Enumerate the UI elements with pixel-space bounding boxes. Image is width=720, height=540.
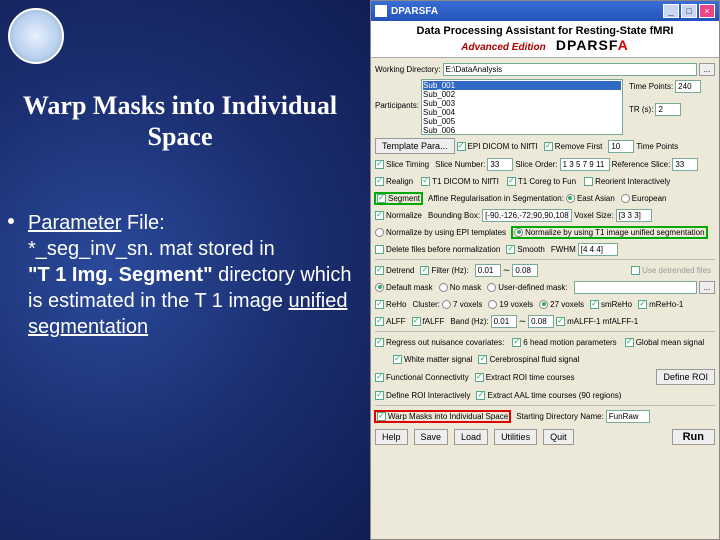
participants-listbox[interactable]: Sub_001 Sub_002 Sub_003 Sub_004 Sub_005 … [421,79,623,135]
slice-timing-checkbox[interactable] [375,160,384,169]
maximize-button[interactable]: □ [681,4,697,18]
window-titlebar[interactable]: DPARSFA _ □ × [371,1,719,21]
working-dir-input[interactable] [443,63,697,76]
list-item[interactable]: Sub_002 [423,90,621,99]
separator [375,259,715,260]
app-header-edition: Advanced Edition [461,42,545,53]
tilde-icon: ∼ [519,316,527,327]
reorient-checkbox[interactable] [584,177,593,186]
save-button[interactable]: Save [414,429,449,445]
warp-masks-checkbox[interactable] [377,412,386,421]
smreho-checkbox[interactable] [590,300,599,309]
tr-input[interactable] [655,103,681,116]
norm-t1-radio[interactable] [514,228,523,237]
t1-dicom-checkbox[interactable] [421,177,430,186]
bounding-box-input[interactable] [482,209,572,222]
t1-coreg-checkbox[interactable] [507,177,516,186]
csf-checkbox[interactable] [478,355,487,364]
extract-aal-checkbox[interactable] [476,391,485,400]
head-motion-checkbox[interactable] [512,338,521,347]
participants-label: Participants: [375,101,419,110]
dparsfa-window: DPARSFA _ □ × Data Processing Assistant … [370,0,720,540]
slide-bullet: Parameter File: *_seg_inv_sn. mat stored… [10,210,355,340]
vox27-radio[interactable] [539,300,548,309]
slice-number-input[interactable] [487,158,513,171]
working-dir-browse-button[interactable]: ... [699,63,715,76]
extract-roi-checkbox[interactable] [475,373,484,382]
mreho-checkbox[interactable] [638,300,647,309]
falff-checkbox[interactable] [412,317,421,326]
realign-checkbox[interactable] [375,177,384,186]
global-mean-checkbox[interactable] [625,338,634,347]
delete-files-checkbox[interactable] [375,245,384,254]
filter-lo-input[interactable] [475,264,501,277]
timepoints-input[interactable] [675,80,701,93]
app-header: Data Processing Assistant for Resting-St… [371,21,719,58]
define-roi-button[interactable]: Define ROI [656,369,715,385]
remove-first-input[interactable] [608,140,634,153]
slide-title: Warp Masks into Individual Space [0,90,360,152]
separator [375,331,715,332]
utilities-button[interactable]: Utilities [494,429,537,445]
define-roi-interactive-checkbox[interactable] [375,391,384,400]
bullet-dot [8,218,14,224]
malff-checkbox[interactable] [556,317,565,326]
filter-hi-input[interactable] [512,264,538,277]
institution-logo [8,8,64,64]
close-button[interactable]: × [699,4,715,18]
list-item[interactable]: Sub_005 [423,117,621,126]
list-item[interactable]: Sub_001 [423,81,621,90]
separator [375,405,715,406]
func-conn-checkbox[interactable] [375,373,384,382]
normalize-checkbox[interactable] [375,211,384,220]
template-params-button[interactable]: Template Para... [375,138,455,154]
app-body: Working Directory: ... Participants: Sub… [371,58,719,452]
band-hi-input[interactable] [528,315,554,328]
filter-checkbox[interactable] [420,266,429,275]
vox7-radio[interactable] [442,300,451,309]
reho-checkbox[interactable] [375,300,384,309]
norm-epi-radio[interactable] [375,228,384,237]
ref-slice-input[interactable] [672,158,698,171]
app-header-title: Data Processing Assistant for Resting-St… [375,25,715,37]
run-button[interactable]: Run [672,429,715,445]
smooth-checkbox[interactable] [506,245,515,254]
quit-button[interactable]: Quit [543,429,574,445]
voxel-size-input[interactable] [616,209,652,222]
east-asian-radio[interactable] [566,194,575,203]
list-item[interactable]: Sub_003 [423,99,621,108]
working-dir-label: Working Directory: [375,65,441,74]
app-header-logo: DPARSFA [556,37,629,53]
window-title: DPARSFA [391,6,661,17]
app-icon [375,5,387,17]
user-mask-input[interactable] [574,281,697,294]
user-mask-radio[interactable] [487,283,496,292]
segment-checkbox[interactable] [377,194,386,203]
no-mask-radio[interactable] [439,283,448,292]
tr-label: TR (s): [629,105,653,114]
starting-dir-input[interactable] [606,410,650,423]
load-button[interactable]: Load [454,429,488,445]
user-mask-browse-button[interactable]: ... [699,281,715,294]
list-item[interactable]: Sub_004 [423,108,621,117]
list-item[interactable]: Sub_006 [423,126,621,135]
regress-cov-checkbox[interactable] [375,338,384,347]
white-matter-checkbox[interactable] [393,355,402,364]
remove-first-checkbox[interactable] [544,142,553,151]
tilde-icon: ∼ [503,265,511,276]
epi-dicom-checkbox[interactable] [457,142,466,151]
alff-checkbox[interactable] [375,317,384,326]
minimize-button[interactable]: _ [663,4,679,18]
detrend-checkbox[interactable] [375,266,384,275]
fwhm-input[interactable] [578,243,618,256]
use-detrended-checkbox[interactable] [631,266,640,275]
timepoints-label: Time Points: [629,82,673,91]
band-lo-input[interactable] [491,315,517,328]
help-button[interactable]: Help [375,429,408,445]
european-radio[interactable] [621,194,630,203]
default-mask-radio[interactable] [375,283,384,292]
slice-order-input[interactable] [560,158,610,171]
vox19-radio[interactable] [488,300,497,309]
